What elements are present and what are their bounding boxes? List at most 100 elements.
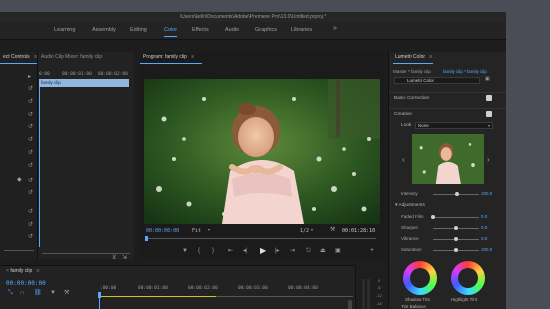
- slider-knob[interactable]: [431, 215, 435, 219]
- slider-value[interactable]: 100.0: [481, 247, 492, 252]
- faded-film-slider[interactable]: Faded Film 0.0: [389, 213, 506, 221]
- scroll-track[interactable]: [4, 250, 34, 251]
- slider-knob[interactable]: [454, 226, 458, 230]
- saturation-slider[interactable]: Saturation 100.0: [389, 246, 506, 254]
- next-look-icon[interactable]: ›: [487, 156, 490, 164]
- resolution-select[interactable]: 1/2: [300, 228, 309, 234]
- shadow-tint-wheel[interactable]: [403, 261, 437, 295]
- add-button-icon[interactable]: +: [370, 247, 374, 254]
- slider-track[interactable]: [433, 217, 479, 218]
- vibrance-slider[interactable]: Vibrance 0.0: [389, 235, 506, 243]
- reset-icon[interactable]: ↺: [28, 234, 33, 240]
- fx-toggle-icon[interactable]: ▣: [485, 77, 490, 82]
- highlight-tint-wheel[interactable]: [451, 261, 485, 295]
- tab-editing[interactable]: Editing: [130, 27, 147, 33]
- reset-icon[interactable]: ↺: [28, 178, 33, 184]
- basic-correction-label: Basic Correction: [394, 96, 430, 101]
- reset-icon[interactable]: ↺: [28, 163, 33, 169]
- filter-icon[interactable]: ⊻: [112, 255, 116, 261]
- reset-icon[interactable]: ↺: [28, 112, 33, 118]
- more-workspaces-icon[interactable]: »: [333, 25, 337, 32]
- zoom-select[interactable]: Fit: [192, 228, 201, 234]
- adjustments-section[interactable]: ▾ Adjustments: [395, 203, 425, 208]
- program-playhead[interactable]: [145, 236, 148, 241]
- basic-correction-section[interactable]: Basic Correction: [389, 92, 506, 104]
- intensity-slider[interactable]: Intensity 100.0: [389, 190, 506, 198]
- work-area-bar[interactable]: [98, 296, 216, 297]
- linked-selection-icon[interactable]: ⛓: [34, 290, 42, 296]
- audio-clip-mixer-tab[interactable]: Audio Clip Mixer: family clip: [38, 52, 134, 63]
- chevron-down-icon[interactable]: ▾: [311, 228, 313, 232]
- timeline-tab[interactable]: × family clip ≡: [0, 266, 355, 277]
- audio-clip-mixer-panel: Audio Clip Mixer: family clip 0:00 00:00…: [37, 52, 134, 261]
- slider-value[interactable]: 0.0: [481, 236, 487, 241]
- panel-menu-icon[interactable]: ≡: [37, 268, 40, 274]
- slider-value[interactable]: 0.0: [481, 214, 487, 219]
- basic-correction-checkbox[interactable]: [486, 95, 492, 101]
- export-icon[interactable]: ⇲: [122, 255, 127, 261]
- extract-icon[interactable]: ⏏: [320, 248, 326, 254]
- reset-icon[interactable]: ↺: [28, 209, 33, 215]
- tab-graphics[interactable]: Graphics: [255, 27, 277, 33]
- program-monitor-tab[interactable]: Program: family clip ≡: [140, 52, 384, 63]
- slider-knob[interactable]: [454, 248, 458, 252]
- mark-out-icon[interactable]: }: [212, 248, 214, 254]
- snap-icon[interactable]: ∩: [20, 290, 24, 296]
- tab-effects[interactable]: Effects: [192, 27, 209, 33]
- wrench-icon[interactable]: ⚒: [64, 290, 69, 296]
- effect-select[interactable]: Lumetri Color: [394, 77, 480, 84]
- play-icon[interactable]: ▸: [28, 74, 31, 80]
- lumetri-color-tab[interactable]: Lumetri Color ≡: [389, 52, 506, 63]
- intensity-value[interactable]: 100.0: [481, 191, 492, 196]
- keyframe-icon[interactable]: ◆: [17, 177, 22, 183]
- master-clip-label[interactable]: Master * family clip: [393, 69, 431, 74]
- tab-learning[interactable]: Learning: [54, 27, 75, 33]
- program-scrub-bar[interactable]: [146, 238, 376, 239]
- camera-icon[interactable]: ▣: [335, 248, 341, 254]
- add-marker-icon[interactable]: ▼: [182, 248, 188, 254]
- scroll-track[interactable]: [42, 253, 130, 254]
- tab-assembly[interactable]: Assembly: [92, 27, 116, 33]
- step-back-icon[interactable]: ◂|: [243, 248, 248, 254]
- creative-checkbox[interactable]: [486, 111, 492, 117]
- active-clip-label[interactable]: family clip * family clip: [443, 69, 487, 74]
- chevron-down-icon[interactable]: ▾: [208, 228, 210, 232]
- slider-value[interactable]: 0.0: [481, 225, 487, 230]
- step-forward-icon[interactable]: |▸: [275, 248, 280, 254]
- tab-color[interactable]: Color: [164, 27, 178, 37]
- reset-icon[interactable]: ↺: [28, 124, 33, 130]
- slider-knob[interactable]: [454, 237, 458, 241]
- look-select[interactable]: None ▾: [415, 122, 493, 129]
- wrench-icon[interactable]: ⚒: [330, 227, 335, 233]
- reset-icon[interactable]: ↺: [28, 222, 33, 228]
- creative-section[interactable]: Creative: [389, 108, 506, 120]
- sharpen-slider[interactable]: Sharpen 0.0: [389, 224, 506, 232]
- playhead-line[interactable]: [39, 87, 40, 247]
- previous-look-icon[interactable]: ‹: [402, 156, 405, 164]
- play-button[interactable]: ▶: [260, 247, 266, 255]
- video-frame[interactable]: [144, 79, 380, 224]
- timeline-timecode[interactable]: 00:00:00:00: [6, 280, 46, 287]
- program-timecode[interactable]: 00:00:00:00: [146, 228, 179, 234]
- lift-icon[interactable]: ⎋: [306, 248, 311, 254]
- tab-libraries[interactable]: Libraries: [291, 27, 312, 33]
- panel-menu-icon[interactable]: ≡: [191, 54, 194, 60]
- go-to-out-icon[interactable]: ⇥: [290, 248, 295, 254]
- tab-audio[interactable]: Audio: [225, 27, 239, 33]
- effect-controls-tab[interactable]: ect Controls ≡: [0, 52, 37, 63]
- intensity-knob[interactable]: [455, 192, 459, 196]
- reset-icon[interactable]: ↺: [28, 99, 33, 105]
- nest-icon[interactable]: ⤡: [8, 290, 13, 296]
- clip-label: family clip: [41, 80, 61, 85]
- reset-icon[interactable]: ↺: [28, 137, 33, 143]
- go-to-in-icon[interactable]: ⇤: [228, 248, 233, 254]
- add-marker-icon[interactable]: ▼: [50, 290, 56, 296]
- timeline-scrollbar[interactable]: [348, 300, 352, 309]
- reset-icon[interactable]: ↺: [28, 190, 33, 196]
- panel-menu-icon[interactable]: ≡: [429, 54, 432, 60]
- reset-icon[interactable]: ↺: [28, 150, 33, 156]
- reset-icon[interactable]: ↺: [28, 86, 33, 92]
- clip-bar[interactable]: family clip: [39, 79, 129, 87]
- mark-in-icon[interactable]: {: [198, 248, 200, 254]
- slider-label: Faded Film: [401, 214, 424, 219]
